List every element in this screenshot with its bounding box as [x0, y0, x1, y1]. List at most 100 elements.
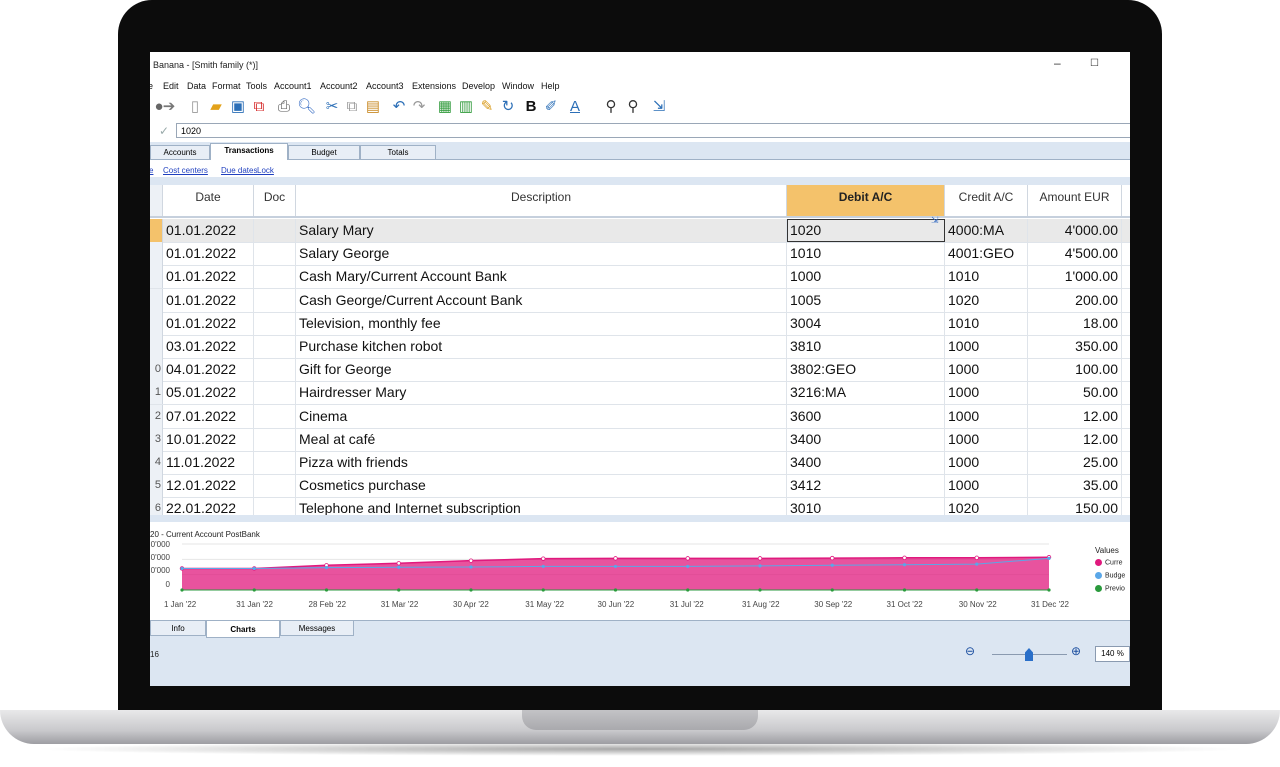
- row-number[interactable]: [150, 265, 163, 289]
- pdf-icon[interactable]: ⧉: [250, 98, 268, 116]
- highlight-icon[interactable]: ✐: [542, 98, 560, 116]
- cell-date[interactable]: 01.01.2022: [163, 242, 254, 266]
- find-icon[interactable]: ⚲: [602, 98, 620, 116]
- link-lock[interactable]: Lock: [257, 166, 274, 175]
- cell-doc[interactable]: [254, 311, 296, 335]
- row-number[interactable]: 4: [150, 451, 163, 474]
- cell-doc[interactable]: [254, 474, 296, 498]
- column-header-doc[interactable]: Doc: [254, 185, 296, 216]
- table-row[interactable]: 2 07.01.2022 Cinema 3600 1000 12.00: [150, 404, 1130, 429]
- cell-date[interactable]: 05.01.2022: [163, 381, 254, 405]
- link-base[interactable]: e: [150, 166, 153, 175]
- menu-help[interactable]: Help: [541, 81, 560, 91]
- menu-window[interactable]: Window: [502, 81, 534, 91]
- cell-desc[interactable]: Cash George/Current Account Bank: [296, 288, 787, 312]
- redo-icon[interactable]: ↷: [410, 98, 428, 116]
- menu-format[interactable]: Format: [212, 81, 241, 91]
- tab-info[interactable]: Info: [150, 621, 206, 636]
- cell-debit[interactable]: 1000: [787, 265, 945, 289]
- cell-debit[interactable]: 3802:GEO: [787, 358, 945, 382]
- tab-transactions[interactable]: Transactions: [210, 143, 288, 160]
- cell-date[interactable]: 10.01.2022: [163, 427, 254, 451]
- table-row[interactable]: 01.01.2022 Television, monthly fee 3004 101…: [150, 311, 1130, 336]
- cell-doc[interactable]: [254, 497, 296, 515]
- column-header-debit[interactable]: Debit A/C: [787, 185, 945, 216]
- print-preview-icon[interactable]: 🔍︎: [297, 98, 316, 116]
- row-number[interactable]: [150, 242, 163, 266]
- cell-debit[interactable]: 3400: [787, 427, 945, 451]
- cell-doc[interactable]: [254, 335, 296, 358]
- maximize-button[interactable]: ☐: [1090, 58, 1099, 69]
- cell-doc[interactable]: [254, 404, 296, 428]
- add-row-icon[interactable]: ▦: [436, 98, 454, 116]
- row-number[interactable]: 2: [150, 404, 163, 428]
- row-number[interactable]: [150, 219, 163, 242]
- cell-credit[interactable]: 1000: [945, 404, 1028, 428]
- cell-desc[interactable]: Cinema: [296, 404, 787, 428]
- cell-doc[interactable]: [254, 427, 296, 451]
- cell-amount[interactable]: 35.00: [1028, 474, 1122, 498]
- cell-desc[interactable]: Television, monthly fee: [296, 311, 787, 335]
- cell-date[interactable]: 07.01.2022: [163, 404, 254, 428]
- table-row[interactable]: 1 05.01.2022 Hairdresser Mary 3216:MA 1000 50…: [150, 381, 1130, 406]
- cell-doc[interactable]: [254, 451, 296, 474]
- cell-doc[interactable]: [254, 265, 296, 289]
- menu-extensions[interactable]: Extensions: [412, 81, 456, 91]
- cell-amount[interactable]: 100.00: [1028, 358, 1122, 382]
- checkmark-icon[interactable]: ✓: [159, 124, 169, 138]
- table-row[interactable]: 4 11.01.2022 Pizza with friends 3400 1000 25.…: [150, 451, 1130, 475]
- cell-debit[interactable]: 3810: [787, 335, 945, 358]
- table-row[interactable]: 6 22.01.2022 Telephone and Internet subscr…: [150, 497, 1130, 515]
- cell-debit[interactable]: 3400: [787, 451, 945, 474]
- cell-desc[interactable]: Cosmetics purchase: [296, 474, 787, 498]
- tab-charts[interactable]: Charts: [206, 621, 280, 638]
- tab-budget[interactable]: Budget: [288, 145, 360, 159]
- cell-debit[interactable]: 1010: [787, 242, 945, 266]
- cell-credit[interactable]: 4000:MA: [945, 219, 1028, 242]
- menu-file[interactable]: e: [150, 81, 153, 91]
- cell-amount[interactable]: 200.00: [1028, 288, 1122, 312]
- table-row[interactable]: 5 12.01.2022 Cosmetics purchase 3412 1000 35.…: [150, 474, 1130, 499]
- cell-desc[interactable]: Cash Mary/Current Account Bank: [296, 265, 787, 289]
- cell-date[interactable]: 04.01.2022: [163, 358, 254, 382]
- tab-accounts[interactable]: Accounts: [150, 145, 210, 159]
- cell-debit[interactable]: 3010: [787, 497, 945, 515]
- open-folder-icon[interactable]: ▰: [207, 98, 225, 116]
- cell-amount[interactable]: 12.00: [1028, 427, 1122, 451]
- row-number[interactable]: [150, 335, 163, 358]
- cell-doc[interactable]: [254, 381, 296, 405]
- cell-date[interactable]: 01.01.2022: [163, 219, 254, 242]
- cell-amount[interactable]: 4'000.00: [1028, 219, 1122, 242]
- cell-doc[interactable]: [254, 219, 296, 242]
- tab-totals[interactable]: Totals: [360, 145, 436, 159]
- undo-icon[interactable]: ↶: [390, 98, 408, 116]
- cell-desc[interactable]: Purchase kitchen robot: [296, 335, 787, 358]
- cell-debit[interactable]: 3216:MA: [787, 381, 945, 405]
- cell-date[interactable]: 01.01.2022: [163, 288, 254, 312]
- table-row[interactable]: 01.01.2022 Salary Mary 1020 4000:MA 4'000.00…: [150, 215, 1130, 243]
- link-cost-centers[interactable]: Cost centers: [163, 166, 208, 175]
- cell-date[interactable]: 12.01.2022: [163, 474, 254, 498]
- cell-desc[interactable]: Gift for George: [296, 358, 787, 382]
- cell-amount[interactable]: 18.00: [1028, 311, 1122, 335]
- table-row[interactable]: 0 04.01.2022 Gift for George 3802:GEO 1000 10…: [150, 358, 1130, 383]
- row-number[interactable]: [150, 288, 163, 312]
- zoom-in-icon[interactable]: ⊕: [1071, 644, 1081, 658]
- cell-date[interactable]: 11.01.2022: [163, 451, 254, 474]
- save-icon[interactable]: ▣: [229, 98, 247, 116]
- paste-icon[interactable]: ▤: [364, 98, 382, 116]
- cell-credit[interactable]: 1020: [945, 497, 1028, 515]
- table-row[interactable]: 01.01.2022 Salary George 1010 4001:GEO 4'500…: [150, 242, 1130, 267]
- cut-icon[interactable]: ✂: [323, 98, 341, 116]
- column-header-credit[interactable]: Credit A/C: [945, 185, 1028, 216]
- cell-debit[interactable]: 3004: [787, 311, 945, 335]
- cell-credit[interactable]: 1010: [945, 265, 1028, 289]
- cell-date[interactable]: 01.01.2022: [163, 311, 254, 335]
- cell-amount[interactable]: 25.00: [1028, 451, 1122, 474]
- cell-amount[interactable]: 350.00: [1028, 335, 1122, 358]
- column-header-description[interactable]: Description: [296, 185, 787, 216]
- cell-date[interactable]: 01.01.2022: [163, 265, 254, 289]
- cell-amount[interactable]: 4'500.00: [1028, 242, 1122, 266]
- cell-amount[interactable]: 50.00: [1028, 381, 1122, 405]
- bold-icon[interactable]: B: [522, 98, 540, 116]
